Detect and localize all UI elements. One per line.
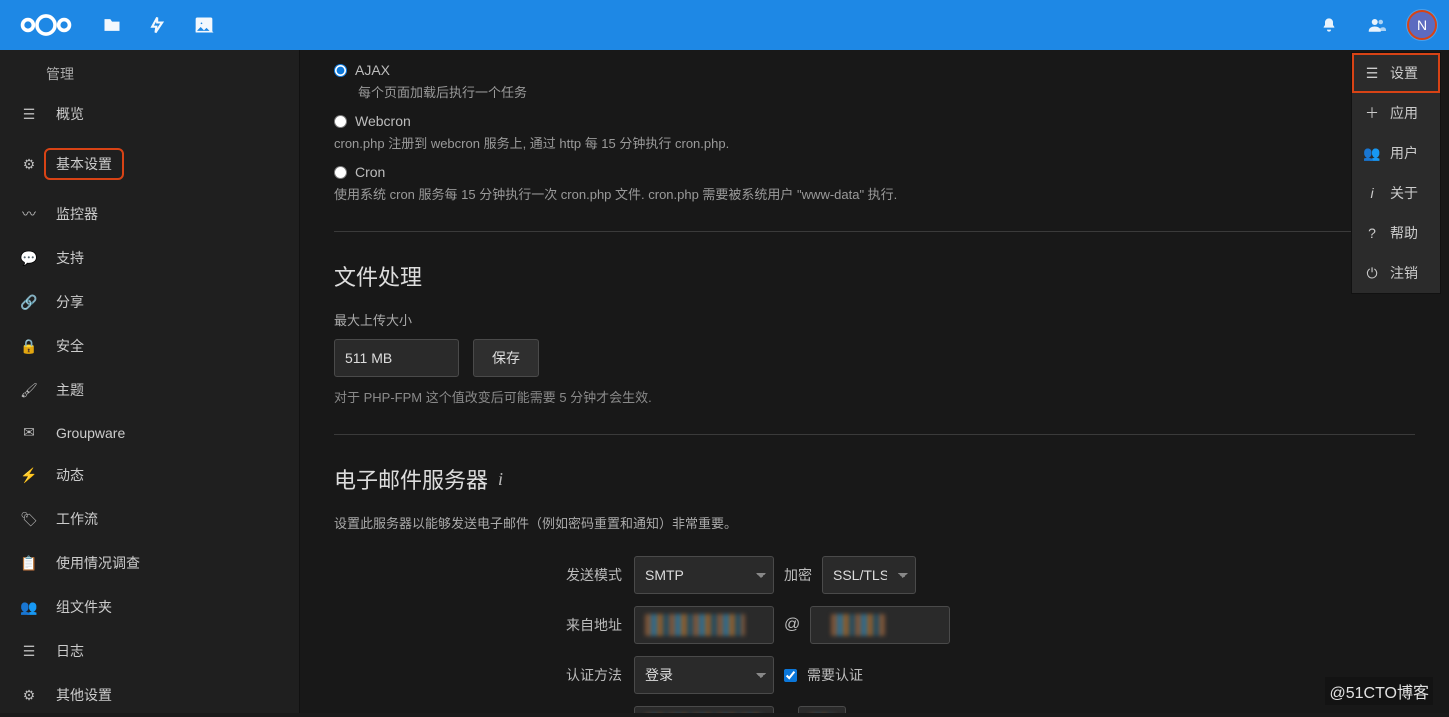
need-auth-label: 需要认证 <box>807 665 863 685</box>
send-mode-label: 发送模式 <box>334 565 634 585</box>
masked-value <box>645 614 745 636</box>
power-icon: ⏻ <box>1364 265 1380 282</box>
app-logo[interactable] <box>18 11 74 39</box>
user-avatar[interactable]: N <box>1407 10 1437 40</box>
email-server-desc: 设置此服务器以能够发送电子邮件（例如密码重置和通知）非常重要。 <box>334 513 1415 532</box>
email-server-section: 电子邮件服务器i 设置此服务器以能够发送电子邮件（例如密码重置和通知）非常重要。… <box>334 434 1415 713</box>
sidebar-item-theming[interactable]: 🖌主题 <box>0 368 299 412</box>
cron-cron-desc: 使用系统 cron 服务每 15 分钟执行一次 cron.php 文件. cro… <box>334 184 1415 203</box>
gallery-app-icon[interactable] <box>184 5 224 45</box>
main-content: AJAX 每个页面加载后执行一个任务 Webcron cron.php 注册到 … <box>300 50 1449 713</box>
need-auth-checkbox[interactable] <box>784 669 797 682</box>
file-handling-title: 文件处理 <box>334 260 1415 292</box>
menu-settings[interactable]: ☰设置 <box>1352 53 1440 93</box>
cron-webcron-row: Webcron <box>334 113 1415 129</box>
envelope-icon: ✉ <box>20 424 38 441</box>
sidebar-item-monitoring[interactable]: 〰监控器 <box>0 192 299 236</box>
tag-icon: 🏷 <box>20 511 38 528</box>
info-icon[interactable]: i <box>498 469 503 490</box>
gear-icon: ⚙ <box>20 687 38 704</box>
share-icon: 🔗 <box>20 294 38 311</box>
users-icon: 👥 <box>20 599 38 616</box>
email-server-title: 电子邮件服务器i <box>334 463 1415 495</box>
help-icon: ? <box>1364 225 1380 241</box>
encryption-label: 加密 <box>784 565 812 585</box>
masked-value <box>831 614 885 636</box>
settings-sidebar: 管理 ☰概览 ⚙基本设置 〰监控器 💬支持 🔗分享 🔒安全 🖌主题 ✉Group… <box>0 50 300 713</box>
cron-cron-row: Cron <box>334 164 1415 180</box>
auth-method-label: 认证方法 <box>334 665 634 685</box>
watermark: @51CTO博客 <box>1325 677 1433 705</box>
cron-webcron-radio[interactable] <box>334 115 347 128</box>
from-address-label: 来自地址 <box>334 615 634 635</box>
sidebar-item-basic-settings[interactable]: ⚙基本设置 <box>0 136 299 192</box>
cron-cron-label: Cron <box>355 164 385 180</box>
list-icon: ☰ <box>20 643 38 660</box>
list-icon: ☰ <box>20 106 38 123</box>
send-mode-select[interactable]: SMTP <box>634 556 774 594</box>
menu-about[interactable]: i关于 <box>1352 173 1440 213</box>
sidebar-item-workflow[interactable]: 🏷工作流 <box>0 497 299 541</box>
cron-ajax-row: AJAX <box>334 62 1415 78</box>
user-menu: ☰设置 ＋应用 👥用户 i关于 ?帮助 ⏻注销 <box>1351 52 1441 294</box>
list-icon: ☰ <box>1364 65 1380 82</box>
gear-icon: ⚙ <box>20 156 38 173</box>
menu-apps[interactable]: ＋应用 <box>1352 93 1440 133</box>
files-app-icon[interactable] <box>92 5 132 45</box>
cron-ajax-label: AJAX <box>355 62 390 78</box>
sidebar-item-support[interactable]: 💬支持 <box>0 236 299 280</box>
cron-webcron-label: Webcron <box>355 113 411 129</box>
auth-method-select[interactable]: 登录 <box>634 656 774 694</box>
app-header: N <box>0 0 1449 50</box>
sidebar-item-groupware[interactable]: ✉Groupware <box>0 412 299 453</box>
max-upload-input[interactable] <box>334 339 459 377</box>
info-icon: i <box>1364 185 1380 201</box>
cron-webcron-desc: cron.php 注册到 webcron 服务上, 通过 http 每 15 分… <box>334 133 1415 152</box>
max-upload-label: 最大上传大小 <box>334 310 1415 329</box>
notifications-icon[interactable] <box>1311 7 1347 43</box>
clipboard-icon: 📋 <box>20 555 38 572</box>
sidebar-item-activity[interactable]: ⚡动态 <box>0 453 299 497</box>
users-icon: 👥 <box>1364 145 1380 162</box>
contacts-icon[interactable] <box>1359 7 1395 43</box>
header-app-icons <box>92 5 224 45</box>
menu-logout[interactable]: ⏻注销 <box>1352 253 1440 293</box>
sidebar-heading: 管理 <box>0 56 299 92</box>
at-symbol: @ <box>784 616 800 634</box>
cron-cron-radio[interactable] <box>334 166 347 179</box>
from-domain-input[interactable] <box>810 606 950 644</box>
activity-app-icon[interactable] <box>138 5 178 45</box>
plus-icon: ＋ <box>1364 103 1380 123</box>
bolt-icon: ⚡ <box>20 467 38 484</box>
max-upload-hint: 对于 PHP-FPM 这个值改变后可能需要 5 分钟才会生效. <box>334 387 1415 406</box>
encryption-select[interactable]: SSL/TLS <box>822 556 916 594</box>
sidebar-item-survey[interactable]: 📋使用情况调查 <box>0 541 299 585</box>
file-handling-section: 文件处理 最大上传大小 保存 对于 PHP-FPM 这个值改变后可能需要 5 分… <box>334 231 1415 406</box>
menu-users[interactable]: 👥用户 <box>1352 133 1440 173</box>
lock-icon: 🔒 <box>20 338 38 355</box>
brush-icon: 🖌 <box>20 382 38 399</box>
sidebar-item-additional[interactable]: ⚙其他设置 <box>0 673 299 717</box>
cron-ajax-radio[interactable] <box>334 64 347 77</box>
sidebar-item-overview[interactable]: ☰概览 <box>0 92 299 136</box>
sidebar-item-logging[interactable]: ☰日志 <box>0 629 299 673</box>
menu-help[interactable]: ?帮助 <box>1352 213 1440 253</box>
sidebar-item-sharing[interactable]: 🔗分享 <box>0 280 299 324</box>
save-button[interactable]: 保存 <box>473 339 539 377</box>
chat-icon: 💬 <box>20 250 38 267</box>
server-port-input[interactable] <box>798 706 846 713</box>
sidebar-item-security[interactable]: 🔒安全 <box>0 324 299 368</box>
sidebar-item-groupfolders[interactable]: 👥组文件夹 <box>0 585 299 629</box>
from-user-input[interactable] <box>634 606 774 644</box>
server-host-input[interactable] <box>634 706 774 713</box>
cron-ajax-desc: 每个页面加载后执行一个任务 <box>358 82 1415 101</box>
pulse-icon: 〰 <box>20 204 38 224</box>
